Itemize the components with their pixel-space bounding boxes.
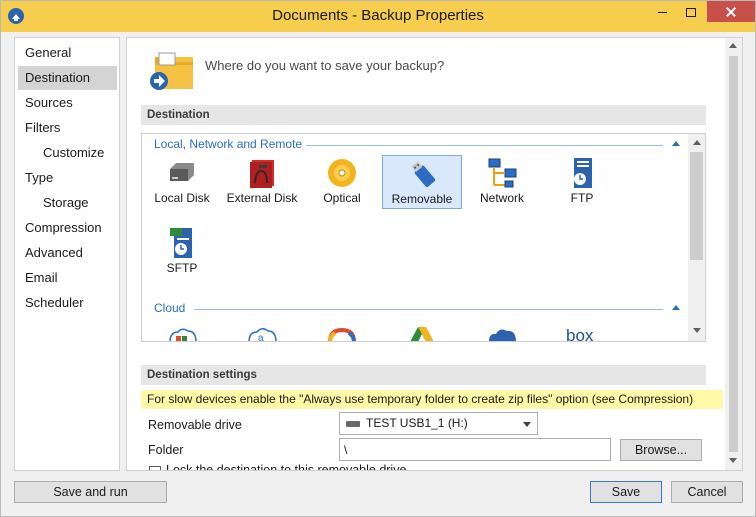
sidebar-item-type[interactable]: Type bbox=[18, 166, 117, 190]
group-divider bbox=[194, 309, 663, 310]
destination-ftp[interactable]: FTP bbox=[542, 155, 622, 209]
lock-destination-label: Lock the destination to this removable d… bbox=[166, 463, 407, 471]
destination-label: Network bbox=[479, 191, 524, 205]
destination-network[interactable]: Network bbox=[462, 155, 542, 209]
sidebar-item-storage[interactable]: Storage bbox=[18, 191, 117, 215]
backup-properties-window: Documents - Backup Properties General De… bbox=[0, 0, 756, 517]
group-cloud-label: Cloud bbox=[154, 301, 186, 315]
window-title: Documents - Backup Properties bbox=[272, 7, 484, 24]
destination-label: SFTP bbox=[166, 261, 198, 275]
sidebar-item-email[interactable]: Email bbox=[18, 266, 117, 290]
sidebar-item-customize[interactable]: Customize bbox=[18, 141, 117, 165]
onedrive-icon[interactable] bbox=[486, 326, 518, 342]
scroll-down-icon[interactable] bbox=[693, 328, 701, 333]
external-disk-icon bbox=[250, 160, 274, 188]
folder-field[interactable] bbox=[339, 438, 611, 461]
sidebar-item-compression[interactable]: Compression bbox=[18, 216, 117, 240]
destination-panel: Where do you want to save your backup? D… bbox=[126, 37, 743, 471]
removable-drive-select[interactable]: TEST USB1_1 (H:) bbox=[339, 412, 538, 435]
amazon-s3-icon[interactable]: a bbox=[246, 326, 278, 342]
destination-label: FTP bbox=[570, 191, 594, 205]
lock-destination-checkbox[interactable] bbox=[149, 466, 161, 470]
destination-local-disk[interactable]: Local Disk bbox=[142, 155, 222, 209]
collapse-local-icon[interactable] bbox=[672, 141, 680, 146]
collapse-cloud-icon[interactable] bbox=[672, 305, 680, 310]
scroll-up-icon[interactable] bbox=[729, 43, 737, 48]
slow-devices-note: For slow devices enable the "Always use … bbox=[141, 390, 723, 409]
sidebar-item-sources[interactable]: Sources bbox=[18, 91, 117, 115]
sidebar-item-destination[interactable]: Destination bbox=[18, 66, 117, 90]
maximize-icon[interactable] bbox=[675, 1, 705, 23]
sidebar-item-scheduler[interactable]: Scheduler bbox=[18, 291, 117, 315]
group-divider bbox=[306, 145, 663, 146]
sidebar-item-filters[interactable]: Filters bbox=[18, 116, 117, 140]
usb-drive-icon bbox=[411, 161, 436, 187]
scroll-thumb[interactable] bbox=[729, 56, 738, 452]
ftp-icon bbox=[574, 158, 592, 188]
folder-label: Folder bbox=[148, 443, 184, 457]
hard-disk-icon bbox=[170, 163, 194, 181]
cancel-button[interactable]: Cancel bbox=[671, 481, 743, 503]
title-bar[interactable]: Documents - Backup Properties bbox=[1, 1, 755, 32]
save-and-run-button[interactable]: Save and run bbox=[14, 481, 167, 503]
network-icon bbox=[488, 158, 517, 188]
scroll-down-icon[interactable] bbox=[729, 458, 737, 463]
scroll-thumb[interactable] bbox=[690, 152, 703, 260]
destination-list: Local, Network and Remote Local Disk Ext… bbox=[141, 133, 706, 342]
sftp-icon bbox=[170, 228, 192, 258]
close-icon[interactable] bbox=[707, 1, 755, 22]
destination-external-disk[interactable]: External Disk bbox=[222, 155, 302, 209]
destination-list-scrollbar[interactable] bbox=[688, 134, 705, 341]
destination-removable[interactable]: Removable bbox=[382, 155, 462, 209]
svg-text:a: a bbox=[258, 333, 264, 342]
destination-section-header: Destination bbox=[141, 105, 706, 125]
sidebar-item-advanced[interactable]: Advanced bbox=[18, 241, 117, 265]
browse-button[interactable]: Browse... bbox=[620, 439, 702, 461]
box-icon[interactable]: box bbox=[566, 326, 598, 342]
scroll-up-icon[interactable] bbox=[693, 140, 701, 145]
usb-drive-small-icon bbox=[346, 421, 360, 427]
removable-drive-label: Removable drive bbox=[148, 418, 242, 432]
group-local-label: Local, Network and Remote bbox=[154, 137, 303, 151]
save-destination-icon bbox=[150, 52, 193, 90]
optical-disc-icon bbox=[328, 159, 356, 187]
destination-sftp[interactable]: SFTP bbox=[142, 225, 222, 279]
svg-text:box: box bbox=[566, 326, 594, 342]
destination-label: Removable bbox=[391, 192, 453, 206]
google-drive-icon[interactable] bbox=[406, 326, 438, 342]
destination-label: External Disk bbox=[226, 191, 298, 205]
chevron-down-icon bbox=[523, 422, 531, 427]
minimize-icon[interactable] bbox=[647, 1, 677, 23]
sidebar-nav: General Destination Sources Filters Cust… bbox=[14, 37, 120, 471]
destination-optical[interactable]: Optical bbox=[302, 155, 382, 209]
onedrive-business-icon[interactable] bbox=[166, 326, 198, 342]
save-button[interactable]: Save bbox=[590, 481, 662, 503]
sidebar-item-general[interactable]: General bbox=[18, 41, 117, 65]
panel-scrollbar[interactable] bbox=[725, 38, 742, 470]
destination-label: Local Disk bbox=[154, 191, 210, 205]
google-cloud-icon[interactable] bbox=[326, 326, 358, 342]
page-title: Where do you want to save your backup? bbox=[205, 58, 445, 73]
destination-label: Optical bbox=[323, 191, 361, 205]
removable-drive-value: TEST USB1_1 (H:) bbox=[366, 416, 468, 430]
destination-settings-header: Destination settings bbox=[141, 365, 706, 385]
